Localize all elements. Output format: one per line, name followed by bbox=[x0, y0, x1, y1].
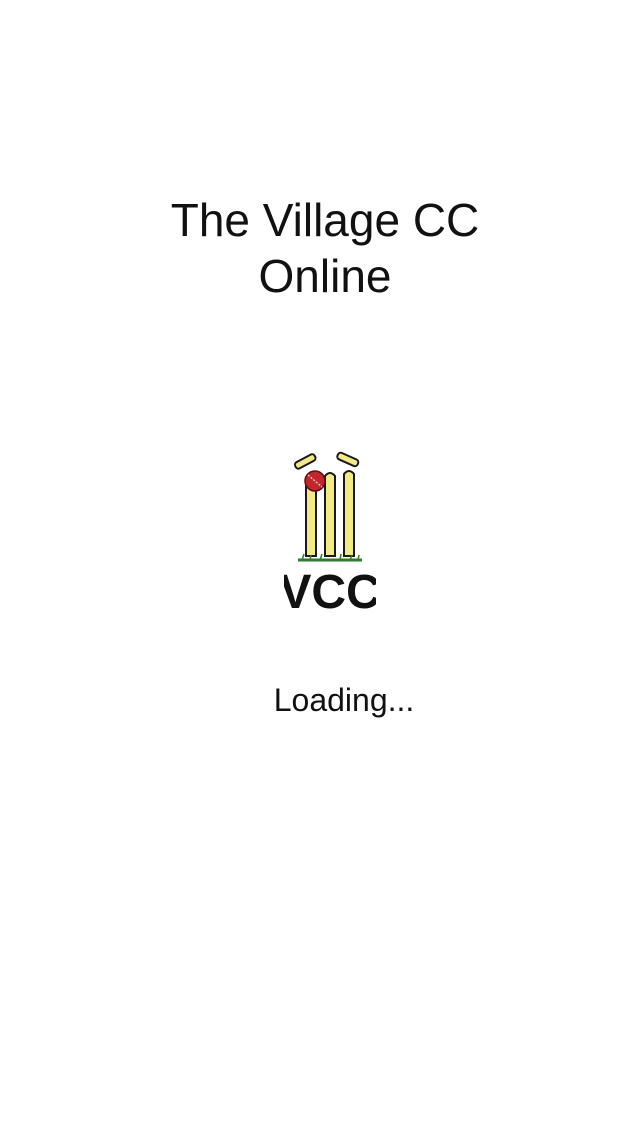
cricket-ball-icon bbox=[304, 470, 326, 492]
bails-icon bbox=[293, 451, 360, 470]
loading-status: Loading... bbox=[273, 682, 415, 718]
app-title: The Village CC Online bbox=[0, 192, 640, 304]
app-title-line-1: The Village CC bbox=[170, 194, 480, 246]
logo-text: VCC bbox=[284, 566, 376, 618]
splash-screen: The Village CC Online VCC Loading... bbox=[0, 0, 640, 1136]
club-logo: VCC bbox=[284, 448, 376, 618]
app-title-line-2: Online bbox=[258, 250, 392, 302]
cricket-stumps-ball-icon: VCC bbox=[284, 451, 376, 618]
